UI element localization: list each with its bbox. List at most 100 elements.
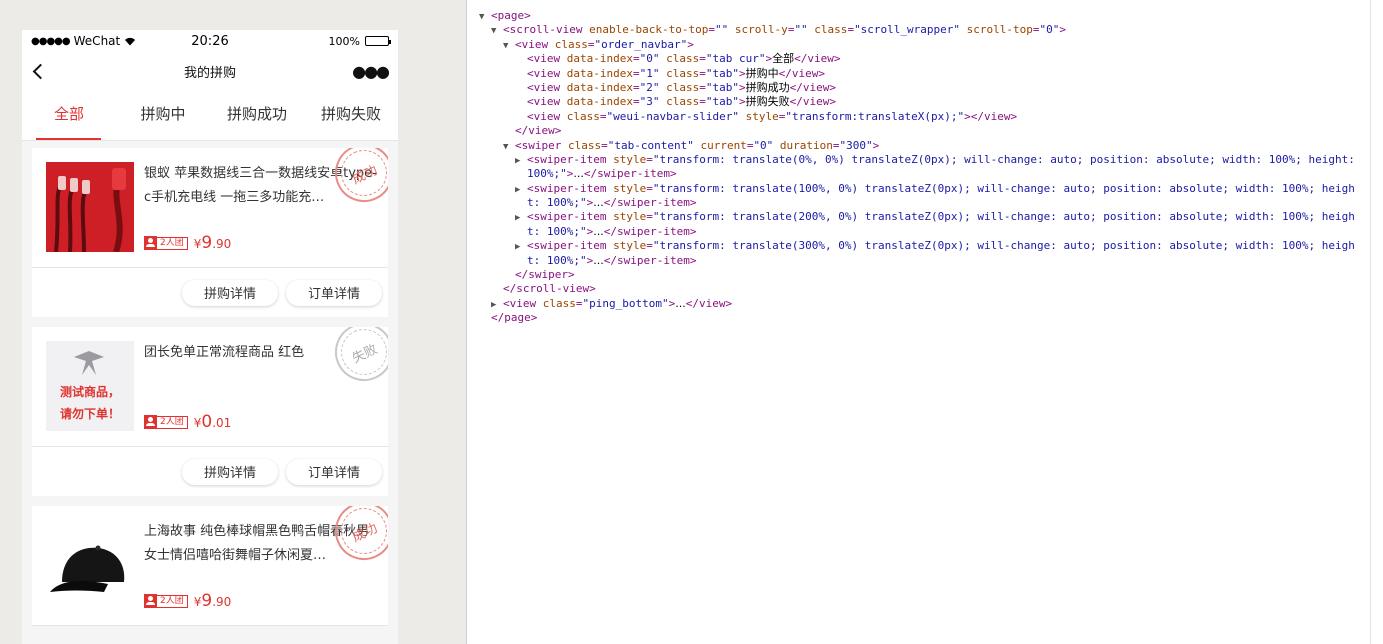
order-card: 银蚁 苹果数据线三合一数据线安卓type-c手机充电线 一拖三多功能充… 2人团… — [32, 148, 388, 317]
dom-token: t: 100%;" — [527, 253, 587, 267]
dom-token: = — [699, 95, 706, 109]
dom-token: = — [632, 66, 640, 80]
order-product[interactable]: 测试商品， 请勿下单！ 团长免单正常流程商品 红色 2人团 ¥0.01 失败 — [32, 327, 388, 447]
order-detail-button[interactable]: 订单详情 — [286, 458, 382, 485]
dom-token: </scroll-view> — [503, 282, 596, 296]
dom-node-line[interactable]: <view class="weui-navbar-slider" style="… — [467, 110, 1370, 124]
dom-node-line[interactable]: 100%;">...</swiper-item> — [467, 167, 1370, 181]
dom-node-line[interactable]: ▶ <view class="ping_bottom">...</view> — [467, 297, 1370, 311]
dom-token: t: 100%;" — [527, 196, 587, 210]
dom-token: = — [632, 95, 640, 109]
dom-node-line[interactable]: </page> — [467, 311, 1370, 325]
tab-all[interactable]: 全部 — [22, 90, 116, 140]
tab-in-progress[interactable]: 拼购中 — [116, 90, 210, 140]
back-button[interactable] — [22, 52, 52, 90]
tab-success[interactable]: 拼购成功 — [210, 90, 304, 140]
collapsed-triangle-icon[interactable]: ▶ — [515, 183, 527, 196]
dom-token: = — [1032, 23, 1040, 37]
dom-node-line[interactable]: </scroll-view> — [467, 282, 1370, 296]
dom-node-line[interactable]: t: 100%;">...</swiper-item> — [467, 225, 1370, 239]
expanded-triangle-icon[interactable]: ▼ — [479, 10, 491, 23]
dom-token: "" — [714, 23, 729, 37]
dom-token: <scroll-view — [503, 23, 583, 37]
order-product[interactable]: 上海故事 纯色棒球帽黑色鸭舌帽春秋男女士情侣嘻哈街舞帽子休闲夏… 2人团 ¥9.… — [32, 506, 388, 626]
nav-bar: 我的拼购 ●●● — [22, 52, 398, 90]
order-card: 上海故事 纯色棒球帽黑色鸭舌帽春秋男女士情侣嘻哈街舞帽子休闲夏… 2人团 ¥9.… — [32, 506, 388, 626]
dom-token: 拼购失败 — [745, 95, 790, 109]
dom-token: "300" — [839, 138, 873, 152]
dom-token: </swiper-item> — [603, 253, 697, 267]
dom-token: class — [659, 80, 700, 94]
inspector-scrollbar[interactable] — [1370, 0, 1383, 644]
dom-node-line[interactable]: ▼ <page> — [467, 9, 1370, 23]
dom-node-line[interactable]: t: 100%;">...</swiper-item> — [467, 196, 1370, 210]
dom-token: "transform: translate(0%, 0%) translateZ… — [652, 152, 1355, 166]
dom-node-line[interactable]: <view data-index="3" class="tab">拼购失败</v… — [467, 95, 1370, 109]
dom-node-line[interactable]: <view data-index="0" class="tab cur">全部<… — [467, 52, 1370, 66]
dom-token: > — [687, 37, 694, 51]
dom-node-line[interactable]: t: 100%;">...</swiper-item> — [467, 254, 1370, 268]
group-detail-button[interactable]: 拼购详情 — [182, 279, 278, 306]
dom-token: </view> — [778, 66, 825, 80]
price: ¥9.90 — [193, 233, 232, 253]
cap-image — [46, 520, 134, 610]
dom-token: data-index — [560, 52, 633, 66]
more-options-button[interactable]: ●●● — [352, 62, 390, 81]
group-detail-button[interactable]: 拼购详情 — [182, 458, 278, 485]
dom-node-line[interactable]: </view> — [467, 124, 1370, 138]
dom-token: "transform: translate(200%, 0%) translat… — [652, 210, 1355, 224]
dom-token: = — [575, 296, 583, 310]
dom-token: duration — [773, 138, 833, 152]
person-icon — [144, 236, 157, 249]
collapsed-triangle-icon[interactable]: ▶ — [515, 240, 527, 253]
dom-token: class — [560, 109, 600, 123]
dom-token: <swiper-item — [527, 210, 607, 224]
dom-token: class — [659, 66, 700, 80]
dom-token: <view — [527, 66, 561, 80]
order-actions: 拼购详情 订单详情 — [32, 268, 388, 317]
dom-token: = — [646, 181, 653, 195]
dom-node-line[interactable]: <view data-index="2" class="tab">拼购成功</v… — [467, 81, 1370, 95]
dom-node-line[interactable]: ▶ <swiper-item style="transform: translat… — [467, 153, 1370, 167]
order-detail-button[interactable]: 订单详情 — [286, 279, 382, 306]
dom-token: 全部 — [772, 52, 795, 66]
dom-node-line[interactable]: </swiper> — [467, 268, 1370, 282]
dom-token: > — [738, 95, 746, 109]
dom-token: class — [548, 37, 588, 51]
dom-token: "0" — [753, 138, 774, 152]
dom-token: = — [587, 37, 595, 51]
dom-token: = — [699, 80, 706, 94]
dom-token: <swiper-item — [527, 239, 607, 253]
dom-token: <view — [527, 52, 561, 66]
tab-failed[interactable]: 拼购失败 — [304, 90, 398, 140]
collapsed-triangle-icon[interactable]: ▶ — [491, 298, 503, 311]
dom-token: > — [872, 138, 880, 152]
dom-token: <view — [503, 296, 537, 310]
price-row: 2人团 ¥9.90 — [144, 233, 378, 253]
dom-token: "" — [794, 23, 808, 37]
order-list: 银蚁 苹果数据线三合一数据线安卓type-c手机充电线 一拖三多功能充… 2人团… — [22, 141, 398, 626]
expanded-triangle-icon[interactable]: ▼ — [503, 39, 515, 52]
dom-node-line[interactable]: <view data-index="1" class="tab">拼购中</vi… — [467, 67, 1370, 81]
dom-node-line[interactable]: ▶ <swiper-item style="transform: translat… — [467, 210, 1370, 224]
dom-token: <page> — [491, 9, 531, 22]
dom-token: <view — [515, 37, 549, 51]
collapsed-triangle-icon[interactable]: ▶ — [515, 154, 527, 167]
dom-token: <swiper-item — [527, 181, 607, 195]
order-tabs: 全部 拼购中 拼购成功 拼购失败 — [22, 90, 398, 141]
dom-token: </view> — [794, 52, 841, 66]
dom-node-line[interactable]: ▼ <view class="order_navbar"> — [467, 38, 1370, 52]
dom-token: <view — [527, 95, 561, 109]
dom-token: "transform: translate(100%, 0%) translat… — [652, 181, 1355, 195]
dom-node-line[interactable]: ▶ <swiper-item style="transform: translat… — [467, 239, 1370, 253]
expanded-triangle-icon[interactable]: ▼ — [491, 24, 503, 37]
expanded-triangle-icon[interactable]: ▼ — [503, 140, 515, 153]
dom-node-line[interactable]: ▶ <swiper-item style="transform: translat… — [467, 182, 1370, 196]
dom-token: = — [599, 109, 607, 123]
collapsed-triangle-icon[interactable]: ▶ — [515, 211, 527, 224]
dom-token: ></view> — [964, 109, 1018, 123]
dom-node-line[interactable]: ▼ <swiper class="tab-content" current="0"… — [467, 139, 1370, 153]
order-product[interactable]: 银蚁 苹果数据线三合一数据线安卓type-c手机充电线 一拖三多功能充… 2人团… — [32, 148, 388, 268]
dom-token: "tab" — [705, 66, 739, 80]
dom-node-line[interactable]: ▼ <scroll-view enable-back-to-top="" scro… — [467, 23, 1370, 37]
